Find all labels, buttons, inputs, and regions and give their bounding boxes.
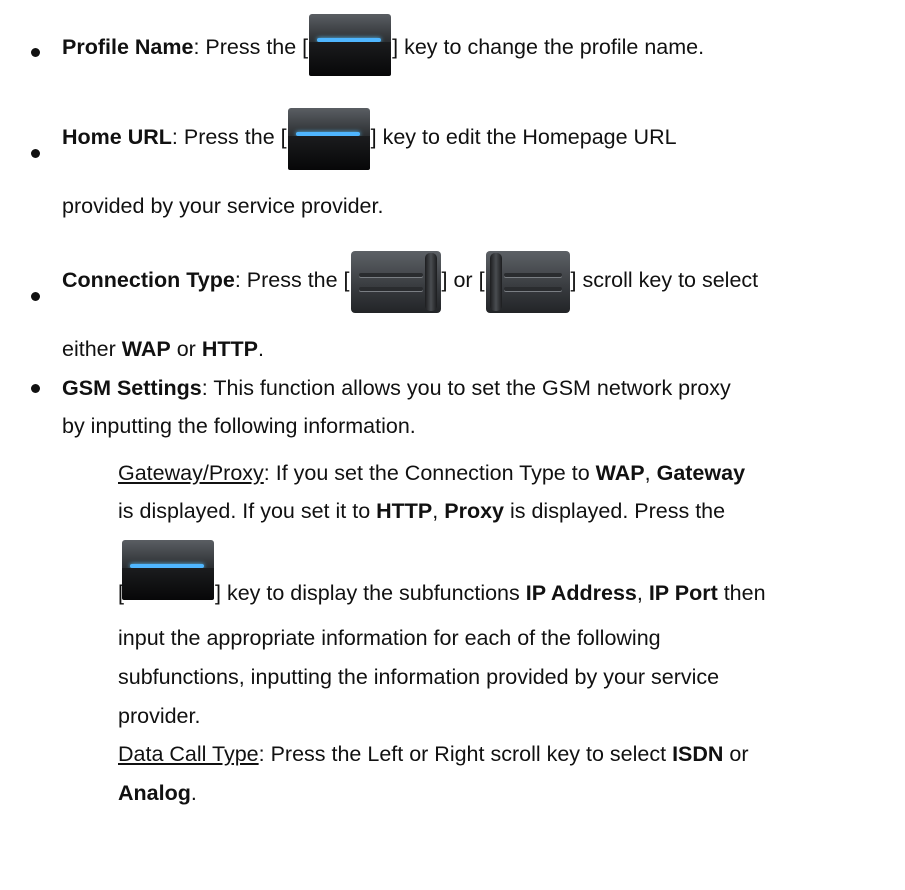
connection-type-label: Connection Type xyxy=(62,268,235,292)
data-call-type-line1: Data Call Type: Press the Left or Right … xyxy=(118,742,749,766)
gsm-settings-line: GSM Settings: This function allows you t… xyxy=(62,376,731,400)
gateway-line1: Gateway/Proxy: If you set the Connection… xyxy=(118,461,746,485)
data-call-type-title: Data Call Type xyxy=(118,742,259,766)
gateway-proxy-title: Gateway/Proxy xyxy=(118,461,264,485)
soft-key-icon xyxy=(309,14,392,76)
gateway-line2: is displayed. If you set it to HTTP, Pro… xyxy=(118,499,726,523)
profile-name-line: Profile Name: Press the [] key to change… xyxy=(62,14,704,76)
home-url-label: Home URL xyxy=(62,125,172,149)
left-scroll-key-icon xyxy=(350,251,441,313)
gsm-settings-line2: by inputting the following information. xyxy=(62,414,416,438)
right-scroll-key-icon xyxy=(485,251,570,313)
soft-key-icon xyxy=(122,540,214,600)
home-url-line2: provided by your service provider. xyxy=(62,194,384,218)
gateway-line5: subfunctions, inputting the information … xyxy=(118,665,720,689)
connection-type-line2: either WAP or HTTP. xyxy=(62,337,264,361)
bullet xyxy=(31,384,40,393)
gateway-line4: input the appropriate information for ea… xyxy=(118,626,661,650)
gsm-settings-label: GSM Settings xyxy=(62,376,202,400)
profile-name-label: Profile Name xyxy=(62,35,194,59)
soft-key-icon xyxy=(287,108,370,170)
bullet xyxy=(31,292,40,301)
home-url-line: Home URL: Press the [] key to edit the H… xyxy=(62,104,677,170)
bullet xyxy=(31,149,40,158)
connection-type-line: Connection Type: Press the [] or [] scro… xyxy=(62,247,758,313)
bullet xyxy=(31,48,40,57)
data-call-type-line2: Analog. xyxy=(118,781,197,805)
gateway-line6: provider. xyxy=(118,704,201,728)
